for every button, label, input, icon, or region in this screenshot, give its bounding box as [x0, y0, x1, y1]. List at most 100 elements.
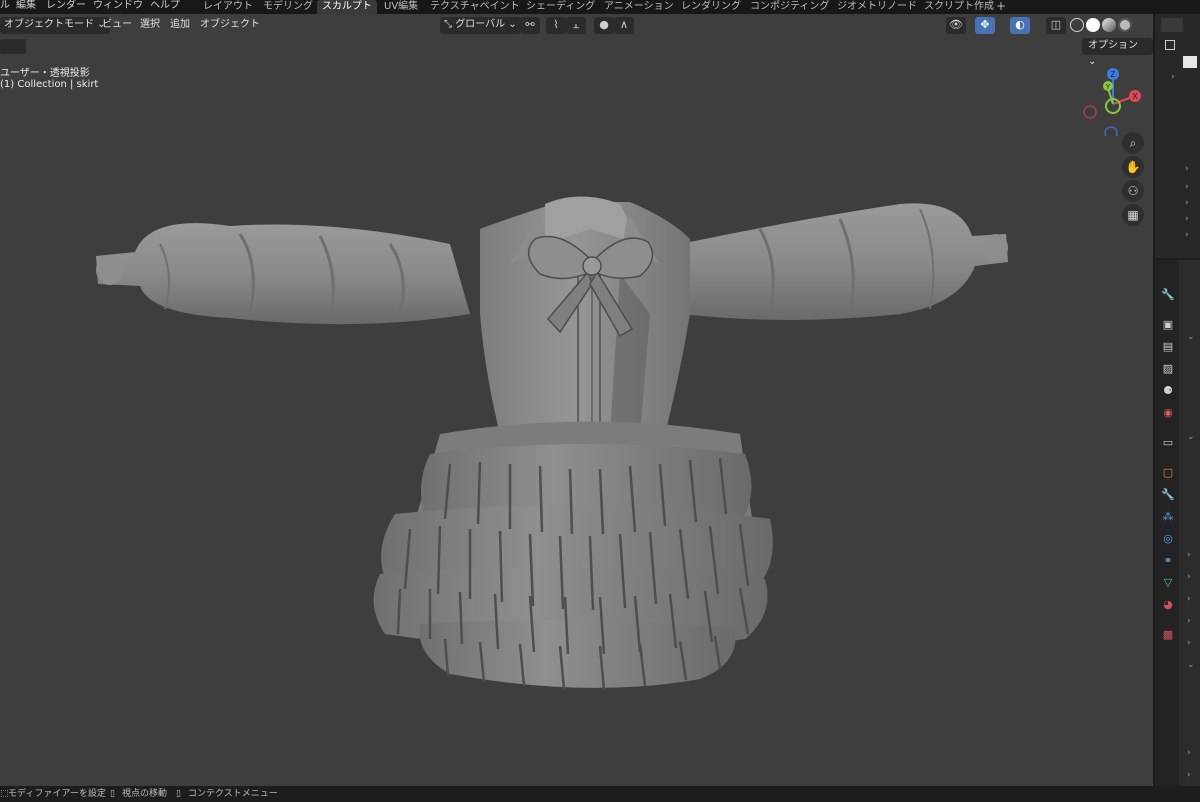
data-icon[interactable]: ▽ [1159, 574, 1177, 592]
mouse-middle-icon: ▯ [110, 789, 115, 799]
chevron-icon[interactable]: › [1185, 230, 1189, 240]
gizmo-z-label: Z [1111, 70, 1116, 79]
menu-file[interactable]: ル [0, 0, 10, 14]
chevron-icon[interactable]: › [1187, 638, 1191, 648]
collection-properties-icon[interactable]: ▭ [1159, 434, 1177, 452]
tab-shading[interactable]: シェーディング [521, 0, 600, 14]
options-dropdown[interactable]: オプション ⌄ [1082, 38, 1153, 67]
pivot-icon[interactable]: ⚯ [520, 17, 540, 34]
active-object-info: (1) Collection | skirt [0, 79, 99, 90]
zoom-icon[interactable]: ⌕ [1122, 132, 1144, 154]
options-label: オプション [1088, 40, 1138, 51]
chevron-icon[interactable]: ⌄ [1187, 332, 1195, 342]
left-sleeve [96, 223, 470, 325]
pan-hand-icon[interactable]: ✋ [1122, 156, 1144, 178]
menu-select[interactable]: 選択 [140, 17, 160, 34]
menu-edit[interactable]: 編集 [16, 0, 36, 14]
view-layer-icon[interactable]: ▨ [1159, 360, 1177, 378]
chevron-icon[interactable]: › [1185, 198, 1189, 208]
top-bar: ル 編集 レンダー ウィンドウ ヘルプ レイアウト モデリング スカルプト UV… [0, 0, 1200, 14]
menu-help[interactable]: ヘルプ [150, 0, 180, 14]
menu-view[interactable]: ビュー [102, 17, 132, 34]
chevron-icon[interactable]: ⌄ [1187, 432, 1195, 442]
chevron-icon[interactable]: › [1187, 770, 1191, 780]
gizmo-x-label: X [1132, 92, 1138, 101]
mouse-right-icon: ▯ [176, 789, 181, 799]
wireframe-shading-icon[interactable] [1070, 18, 1084, 32]
chevron-icon[interactable]: › [1187, 594, 1191, 604]
constraints-icon[interactable]: ⚭ [1159, 552, 1177, 570]
modifier-icon[interactable]: 🔧 [1159, 486, 1177, 504]
particles-icon[interactable]: ⁂ [1159, 508, 1177, 526]
chevron-icon[interactable]: › [1185, 164, 1189, 174]
visibility-icon[interactable]: 👁 [946, 17, 966, 34]
overlay-toggle-icon[interactable]: ◐ [1010, 17, 1030, 34]
snap-icon[interactable]: ⌇ [546, 17, 566, 34]
scene-collection-icon [1165, 40, 1175, 50]
properties-tabs: 🔧 ▣ ▤ ▨ ⚈ ◉ ▭ ▢ 🔧 ⁂ ◎ ⚭ ▽ ◕ ▩ [1153, 260, 1179, 786]
tab-sculpt[interactable]: スカルプト [317, 0, 377, 14]
chevron-icon[interactable]: › [1187, 616, 1191, 626]
select-mode-icons[interactable] [0, 39, 26, 54]
status-bar: ⬚ モディファイアーを設定 ▯ 視点の移動 ▯ コンテクストメニュー [0, 786, 1200, 802]
collection-icon [1183, 56, 1197, 68]
bodice [480, 202, 690, 434]
menu-window[interactable]: ウィンドウ [93, 0, 143, 14]
object-icon[interactable]: ▢ [1159, 464, 1177, 482]
chevron-icon[interactable]: › [1185, 214, 1189, 224]
gizmo-toggle-icon[interactable]: ✥ [975, 17, 995, 34]
rendered-shading-icon[interactable] [1118, 18, 1132, 32]
sculpt-mesh-dress [96, 196, 1008, 691]
output-icon[interactable]: ▤ [1159, 338, 1177, 356]
chevron-down-icon: ⌄ [508, 19, 517, 30]
chevron-icon[interactable]: › [1187, 550, 1191, 560]
outliner-panel[interactable]: › › › › › › [1153, 14, 1200, 258]
properties-body[interactable]: ⌄ ⌄ › › › › › ⌄ › › [1179, 260, 1200, 786]
chevron-icon[interactable]: › [1187, 572, 1191, 582]
texture-icon[interactable]: ▩ [1159, 626, 1177, 644]
solid-shading-icon[interactable] [1086, 18, 1100, 32]
material-icon[interactable]: ◕ [1159, 596, 1177, 614]
scene-icon[interactable]: ⚈ [1159, 382, 1177, 400]
render-icon[interactable]: ▣ [1159, 316, 1177, 334]
tab-modeling[interactable]: モデリング [258, 0, 318, 14]
tab-uv-editing[interactable]: UV編集 [379, 0, 423, 14]
tool-icon[interactable]: 🔧 [1159, 286, 1177, 304]
tab-animation[interactable]: アニメーション [599, 0, 679, 14]
falloff-icon[interactable]: ∧ [614, 17, 634, 34]
orientation-icon: ⤡ [444, 19, 452, 30]
transform-orientation-dropdown[interactable]: ⤡ グローバル ⌄ [440, 17, 521, 34]
camera-view-icon[interactable]: ⚇ [1122, 180, 1144, 202]
editor-type-icon[interactable] [1161, 18, 1183, 32]
perspective-toggle-icon[interactable]: ▦ [1122, 204, 1144, 226]
view-name: ユーザー・透視投影 [0, 68, 90, 79]
chevron-icon[interactable]: › [1185, 182, 1189, 192]
orientation-label: グローバル [455, 19, 506, 30]
status-hint-right: コンテクストメニュー [188, 789, 278, 799]
mode-label: オブジェクトモード [4, 19, 94, 30]
chevron-icon[interactable]: › [1171, 72, 1175, 82]
snap-target-icon[interactable]: ⫠ [566, 17, 586, 34]
menu-object[interactable]: オブジェクト [200, 17, 260, 34]
proportional-edit-icon[interactable]: ● [594, 17, 614, 34]
material-shading-icon[interactable] [1102, 18, 1116, 32]
tab-rendering[interactable]: レンダリング [676, 0, 746, 14]
tab-geometry-nodes[interactable]: ジオメトリノード [832, 0, 922, 14]
gizmo-y-label: Y [1106, 84, 1111, 91]
physics-icon[interactable]: ◎ [1159, 530, 1177, 548]
menu-render[interactable]: レンダー [46, 0, 86, 14]
chevron-icon[interactable]: › [1187, 748, 1191, 758]
viewport-header: オブジェクトモード ⌄ ビュー 選択 追加 オブジェクト ⤡ グローバル ⌄ ⚯… [0, 14, 1153, 36]
tab-texture-paint[interactable]: テクスチャペイント [425, 0, 525, 14]
tab-compositing[interactable]: コンポジティング [745, 0, 834, 14]
navigation-gizmo[interactable]: X Z Y [1078, 66, 1148, 136]
3d-viewport[interactable]: オブジェクトモード ⌄ ビュー 選択 追加 オブジェクト ⤡ グローバル ⌄ ⚯… [0, 14, 1153, 786]
xray-icon[interactable]: ◫ [1046, 17, 1066, 34]
world-icon[interactable]: ◉ [1159, 404, 1177, 422]
mode-dropdown[interactable]: オブジェクトモード ⌄ [0, 17, 110, 34]
add-workspace-button[interactable]: + [996, 0, 1006, 12]
menu-add[interactable]: 追加 [170, 17, 190, 34]
tab-layout[interactable]: レイアウト [198, 0, 258, 14]
chevron-icon[interactable]: ⌄ [1187, 660, 1195, 670]
tab-scripting[interactable]: スクリプト作成 [919, 0, 999, 14]
